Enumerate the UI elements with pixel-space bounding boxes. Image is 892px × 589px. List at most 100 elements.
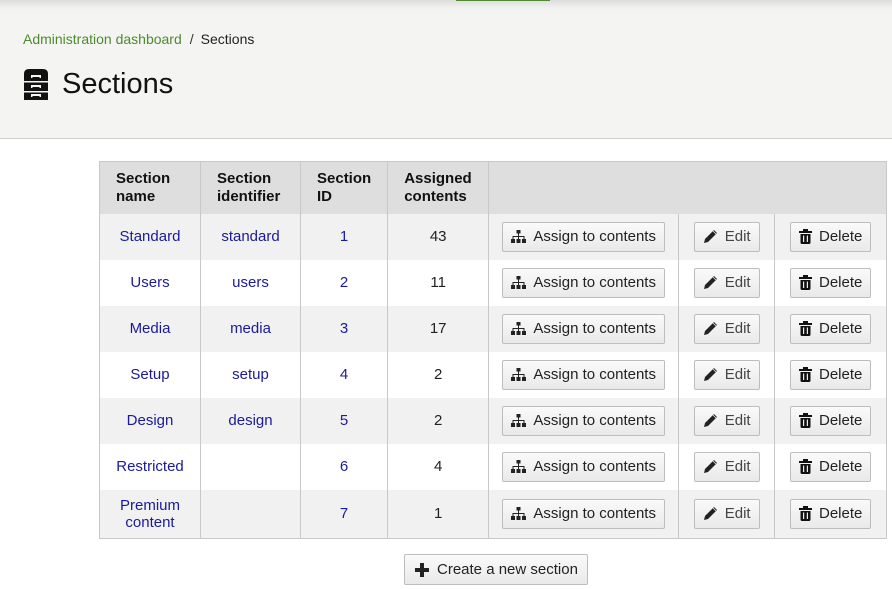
delete-button[interactable]: Delete — [790, 221, 872, 252]
pencil-icon — [703, 506, 718, 521]
assigned-contents-count: 17 — [387, 305, 490, 352]
section-id-link[interactable]: 4 — [340, 366, 348, 383]
delete-button[interactable]: Delete — [790, 405, 872, 436]
edit-button[interactable]: Edit — [693, 498, 760, 529]
assigned-contents-count: 2 — [387, 397, 490, 444]
delete-button[interactable]: Delete — [790, 498, 872, 529]
table-row: Restricted 6 4 Assign to contents Edit D… — [99, 443, 887, 490]
assign-to-contents-label: Assign to contents — [533, 228, 656, 245]
section-name-link[interactable]: Design — [127, 412, 174, 429]
breadcrumb-current: Sections — [200, 31, 255, 47]
assign-to-contents-label: Assign to contents — [533, 274, 656, 291]
delete-label: Delete — [819, 274, 863, 291]
pencil-icon — [703, 275, 718, 290]
assign-to-contents-button[interactable]: Assign to contents — [502, 221, 665, 252]
page-title: Sections — [62, 67, 174, 100]
trash-icon — [799, 459, 812, 474]
edit-label: Edit — [724, 458, 751, 475]
assign-to-contents-label: Assign to contents — [533, 505, 656, 523]
table-row: Users users 2 11 Assign to contents Edit… — [99, 259, 887, 306]
section-name-link[interactable]: Media — [130, 320, 171, 337]
assign-to-contents-label: Assign to contents — [533, 320, 656, 337]
column-header-section-identifier: Section identifier — [200, 161, 301, 214]
edit-label: Edit — [724, 228, 751, 245]
delete-button[interactable]: Delete — [790, 313, 872, 344]
delete-label: Delete — [819, 320, 863, 337]
section-identifier-link[interactable]: setup — [232, 366, 269, 383]
delete-button[interactable]: Delete — [790, 359, 872, 390]
edit-button[interactable]: Edit — [693, 451, 760, 482]
trash-icon — [799, 413, 812, 428]
trash-icon — [799, 367, 812, 382]
sitemap-icon — [511, 367, 527, 382]
column-header-assigned-contents: Assigned contents — [387, 161, 490, 214]
assign-to-contents-label: Assign to contents — [533, 458, 656, 475]
breadcrumb: Administration dashboard / Sections — [23, 31, 254, 47]
section-id-link[interactable]: 7 — [340, 505, 348, 522]
cabinet-icon — [24, 68, 48, 100]
section-name-link[interactable]: Standard — [120, 228, 181, 245]
section-identifier-link[interactable]: design — [228, 412, 272, 429]
table-row: Setup setup 4 2 Assign to contents Edit … — [99, 351, 887, 398]
pencil-icon — [703, 229, 718, 244]
assigned-contents-count: 11 — [387, 259, 490, 306]
edit-button[interactable]: Edit — [693, 313, 760, 344]
edit-label: Edit — [724, 366, 751, 383]
section-id-link[interactable]: 6 — [340, 458, 348, 475]
edit-label: Edit — [724, 274, 751, 291]
section-id-link[interactable]: 2 — [340, 274, 348, 291]
delete-button[interactable]: Delete — [790, 267, 872, 298]
assigned-contents-count: 2 — [387, 351, 490, 398]
edit-button[interactable]: Edit — [693, 359, 760, 390]
section-name-link[interactable]: Users — [130, 274, 169, 291]
sitemap-icon — [511, 413, 527, 428]
column-header-section-name: Section name — [99, 161, 201, 214]
delete-label: Delete — [819, 228, 863, 245]
pencil-icon — [703, 413, 718, 428]
pencil-icon — [703, 459, 718, 474]
sitemap-icon — [511, 459, 527, 474]
create-section-button[interactable]: Create a new section — [404, 554, 588, 585]
pencil-icon — [703, 321, 718, 336]
create-section-label: Create a new section — [437, 561, 578, 578]
section-name-link[interactable]: Setup — [130, 366, 169, 383]
section-name-link[interactable]: Restricted — [116, 458, 184, 475]
section-id-link[interactable]: 5 — [340, 412, 348, 429]
delete-label: Delete — [819, 366, 863, 383]
assigned-contents-count: 43 — [387, 213, 490, 260]
section-identifier-link[interactable]: users — [232, 274, 269, 291]
assign-to-contents-button[interactable]: Assign to contents — [502, 313, 665, 344]
column-header-section-id: Section ID — [300, 161, 389, 214]
assigned-contents-count: 1 — [387, 489, 490, 539]
trash-icon — [799, 506, 812, 522]
assign-to-contents-button[interactable]: Assign to contents — [502, 359, 665, 390]
assigned-contents-count: 4 — [387, 443, 490, 490]
assign-to-contents-button[interactable]: Assign to contents — [502, 267, 665, 298]
section-id-link[interactable]: 3 — [340, 320, 348, 337]
page-header: Administration dashboard / Sections Sectio… — [0, 0, 892, 139]
delete-button[interactable]: Delete — [790, 451, 872, 482]
delete-label: Delete — [819, 412, 863, 429]
edit-label: Edit — [724, 412, 751, 429]
edit-label: Edit — [724, 320, 751, 337]
plus-icon — [415, 562, 429, 577]
section-id-link[interactable]: 1 — [340, 228, 348, 245]
breadcrumb-admin-dashboard-link[interactable]: Administration dashboard — [23, 31, 182, 47]
section-identifier-link[interactable]: media — [230, 320, 271, 337]
edit-button[interactable]: Edit — [693, 221, 760, 252]
edit-button[interactable]: Edit — [693, 405, 760, 436]
edit-button[interactable]: Edit — [693, 267, 760, 298]
assign-to-contents-label: Assign to contents — [533, 412, 656, 429]
page-title-row: Sections — [24, 66, 173, 102]
sections-table: Section name Section identifier Section … — [99, 161, 888, 539]
table-row: Design design 5 2 Assign to contents Edi… — [99, 397, 887, 444]
trash-icon — [799, 229, 812, 244]
section-identifier-link[interactable]: standard — [221, 228, 279, 245]
sitemap-icon — [511, 275, 527, 290]
pencil-icon — [703, 367, 718, 382]
assign-to-contents-button[interactable]: Assign to contents — [502, 451, 665, 482]
delete-label: Delete — [819, 505, 863, 523]
section-name-link[interactable]: Premium content — [120, 497, 180, 531]
assign-to-contents-button[interactable]: Assign to contents — [502, 405, 665, 436]
assign-to-contents-button[interactable]: Assign to contents — [502, 498, 665, 529]
